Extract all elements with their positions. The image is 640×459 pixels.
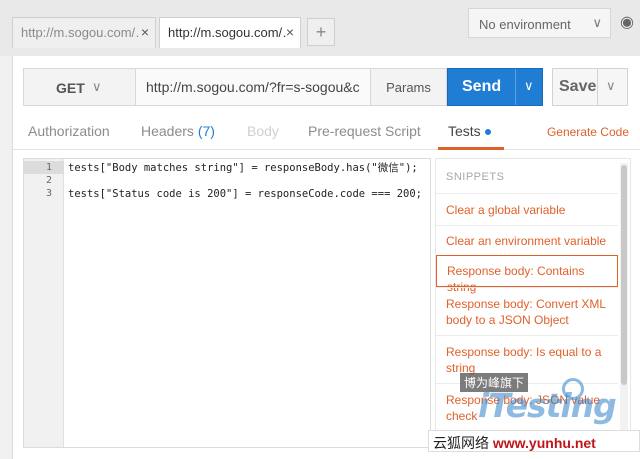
dot-icon: [484, 129, 491, 136]
request-bar: GET ∨ http://m.sogou.com/?fr=s-sogou&c P…: [23, 68, 447, 106]
send-label: Send: [462, 78, 502, 95]
save-label: Save: [559, 78, 597, 95]
tab-body[interactable]: Body: [247, 123, 279, 139]
url-input[interactable]: http://m.sogou.com/?fr=s-sogou&c: [146, 79, 364, 95]
generate-code-link[interactable]: Generate Code: [547, 125, 629, 139]
scrollbar-thumb[interactable]: [621, 165, 627, 385]
watermark-logo: iTesting: [478, 386, 617, 425]
new-tab-button[interactable]: +: [307, 18, 335, 46]
site-watermark: 云狐网络 www.yunhu.net: [428, 430, 640, 452]
save-button[interactable]: Save ∨: [552, 68, 628, 106]
divider: [597, 69, 598, 105]
snippet-item[interactable]: Clear a global variable: [436, 193, 618, 225]
params-button[interactable]: Params: [370, 69, 446, 105]
tab-strip: http://m.sogou.com/… × http://m.sogou.co…: [0, 0, 640, 56]
scrollbar[interactable]: [620, 163, 628, 443]
tests-code-editor[interactable]: 1 2 3 tests["Body matches string"] = res…: [23, 158, 431, 448]
tab-tests[interactable]: Tests: [448, 123, 491, 139]
line-number: 3: [45, 188, 52, 199]
code-line: tests["Status code is 200"] = responseCo…: [68, 188, 423, 200]
code-line: tests["Body matches string"] = responseB…: [68, 162, 418, 174]
browser-tab-2[interactable]: http://m.sogou.com/… ×: [159, 17, 301, 48]
chevron-down-icon[interactable]: ∨: [606, 78, 616, 94]
site-watermark-prefix: 云狐网络: [433, 435, 489, 451]
method-label: GET: [56, 80, 85, 96]
tab-prerequest-script[interactable]: Pre-request Script: [308, 123, 421, 139]
watermark-circle: [562, 378, 584, 400]
environment-label: No environment: [479, 17, 571, 32]
browser-tab-2-label: http://m.sogou.com/…: [168, 25, 286, 40]
snippets-title: SNIPPETS: [446, 171, 505, 183]
tab-headers-label: Headers: [141, 123, 194, 139]
request-tabs: Authorization Headers (7) Body Pre-reque…: [13, 116, 640, 150]
snippet-item[interactable]: Clear an environment variable: [436, 225, 618, 255]
line-number: 1: [24, 161, 64, 174]
chevron-down-icon: ∨: [592, 15, 602, 30]
close-icon[interactable]: ×: [141, 24, 149, 40]
send-button[interactable]: Send ∨: [447, 68, 543, 106]
site-watermark-url: www.yunhu.net: [492, 435, 596, 451]
browser-tab-1[interactable]: http://m.sogou.com/… ×: [12, 17, 156, 48]
active-tab-indicator: [438, 147, 504, 150]
line-gutter: 1 2 3: [24, 159, 64, 447]
browser-tab-1-label: http://m.sogou.com/…: [21, 25, 139, 40]
tab-tests-label: Tests: [448, 123, 481, 139]
environment-select[interactable]: No environment ∨: [468, 8, 611, 38]
line-number: 2: [45, 175, 52, 186]
tab-authorization[interactable]: Authorization: [28, 123, 110, 139]
close-icon[interactable]: ×: [286, 24, 294, 40]
chevron-down-icon[interactable]: ∨: [524, 78, 534, 94]
method-select[interactable]: GET ∨: [24, 69, 136, 105]
snippet-item[interactable]: Response body: Convert XML body to a JSO…: [436, 287, 618, 335]
tab-headers[interactable]: Headers (7): [141, 123, 215, 139]
eye-icon[interactable]: ◉: [620, 12, 634, 32]
headers-count-badge: (7): [197, 123, 215, 139]
chevron-down-icon: ∨: [92, 79, 102, 94]
snippet-item-highlighted[interactable]: Response body: Contains string: [436, 255, 618, 294]
divider: [515, 69, 516, 105]
